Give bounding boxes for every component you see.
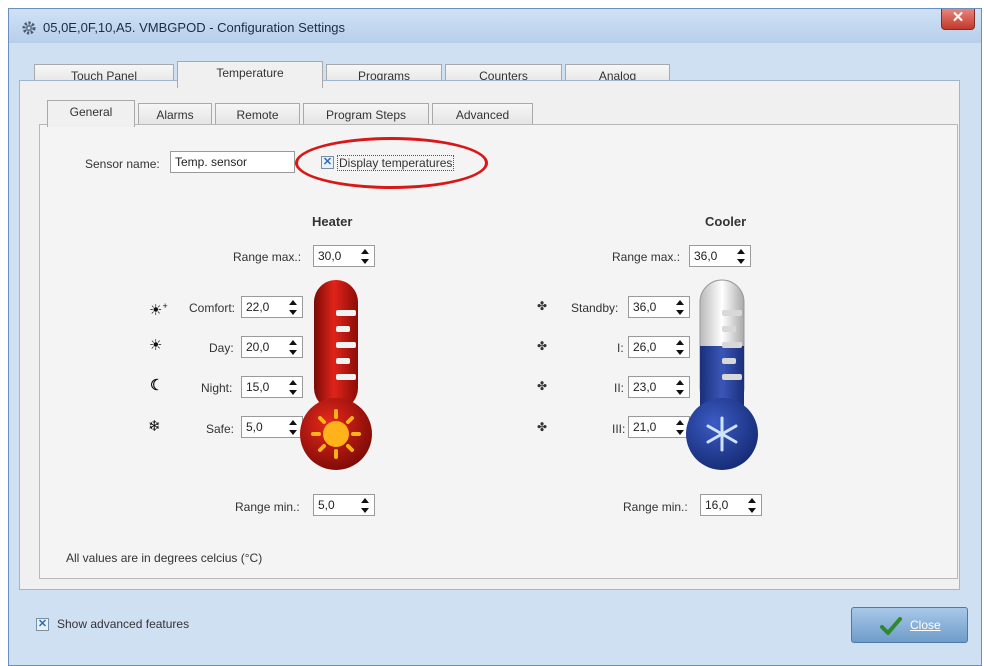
window-close-button[interactable]: ✕ xyxy=(941,9,975,30)
heater-comfort-value: 22,0 xyxy=(246,300,270,314)
heater-range-max-label: Range max.: xyxy=(233,250,302,264)
heater-day-label: Day: xyxy=(209,341,234,355)
heater-range-max-value: 30,0 xyxy=(318,249,342,263)
cooler-i-value: 26,0 xyxy=(633,340,657,354)
show-advanced-label[interactable]: Show advanced features xyxy=(57,617,189,631)
cooler-range-max-label: Range max.: xyxy=(612,250,681,264)
window-title: 05,0E,0F,10,A5. VMBGPOD - Configuration … xyxy=(43,20,346,35)
fan-speed-1-icon: ✤ xyxy=(537,339,548,353)
checkmark-icon xyxy=(880,617,902,635)
cooler-range-min-label: Range min.: xyxy=(623,500,688,514)
close-button-label: Close xyxy=(910,618,941,632)
spin-arrows-icon[interactable] xyxy=(748,498,757,513)
cooler-title: Cooler xyxy=(705,214,747,229)
moon-icon: ☾ xyxy=(150,377,164,394)
spin-arrows-icon[interactable] xyxy=(361,249,370,264)
cooler-ii-value: 23,0 xyxy=(633,380,657,394)
heater-day-value: 20,0 xyxy=(246,340,270,354)
snowflake-icon: ❄ xyxy=(148,418,161,435)
spin-arrows-icon[interactable] xyxy=(737,249,746,264)
sensor-name-input[interactable]: Temp. sensor xyxy=(170,151,295,173)
heater-night-label: Night: xyxy=(201,381,233,395)
cooler-thermometer-icon xyxy=(686,279,758,470)
cooler-standby-label: Standby: xyxy=(571,301,619,315)
heater-safe-label: Safe: xyxy=(206,422,235,436)
gear-icon xyxy=(22,21,36,35)
heater-range-min-value: 5,0 xyxy=(318,498,335,512)
annotation-highlight-ellipse xyxy=(295,137,488,189)
cooler-range-min-value: 16,0 xyxy=(705,498,729,512)
spin-arrows-icon[interactable] xyxy=(361,498,370,513)
units-footnote: All values are in degrees celcius (°C) xyxy=(66,551,263,565)
heater-thermometer-icon xyxy=(300,280,372,470)
sensor-name-label: Sensor name: xyxy=(85,157,160,171)
heater-safe-value: 5,0 xyxy=(246,420,263,434)
close-button[interactable]: Close xyxy=(851,607,968,643)
fan-speed-3-icon: ✤ xyxy=(537,420,548,434)
sun-plus-icon: ☀+ xyxy=(149,301,168,319)
tab-general[interactable]: General xyxy=(47,100,135,127)
heater-range-min-label: Range min.: xyxy=(235,500,300,514)
cooler-standby-value: 36,0 xyxy=(633,300,657,314)
heater-comfort-label: Comfort: xyxy=(189,301,236,315)
fan-off-icon: ✤ xyxy=(537,299,548,313)
fan-speed-2-icon: ✤ xyxy=(537,379,548,393)
cooler-range-max-stepper[interactable]: 36,0 xyxy=(689,245,751,267)
heater-range-min-stepper[interactable]: 5,0 xyxy=(313,494,375,516)
show-advanced-checkbox[interactable]: ✕ xyxy=(36,618,49,631)
tab-temperature[interactable]: Temperature xyxy=(177,61,323,88)
cooler-iii-label: III: xyxy=(612,422,626,436)
title-bar: 05,0E,0F,10,A5. VMBGPOD - Configuration … xyxy=(9,9,981,43)
cooler-iii-value: 21,0 xyxy=(633,420,657,434)
cooler-range-min-stepper[interactable]: 16,0 xyxy=(700,494,762,516)
cooler-range-max-value: 36,0 xyxy=(694,249,718,263)
heater-range-max-stepper[interactable]: 30,0 xyxy=(313,245,375,267)
cooler-i-label: I: xyxy=(617,341,624,355)
general-panel xyxy=(39,124,958,579)
cooler-ii-label: II: xyxy=(614,381,625,395)
heater-night-value: 15,0 xyxy=(246,380,270,394)
heater-title: Heater xyxy=(312,214,353,229)
sun-icon: ☀ xyxy=(149,337,163,354)
